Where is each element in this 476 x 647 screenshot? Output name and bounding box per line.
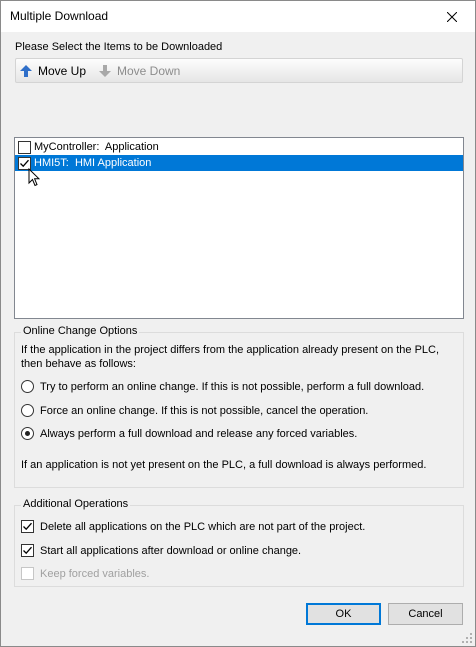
radio-button[interactable] [21, 427, 34, 440]
move-up-label: Move Up [38, 63, 87, 78]
item-checkbox[interactable] [18, 140, 31, 154]
online-change-options-group: Online Change Options If the application… [14, 325, 464, 488]
online-change-options-title: Online Change Options [21, 325, 140, 337]
check-icon [23, 522, 32, 531]
checkbox-start-applications[interactable]: Start all applications after download or… [21, 544, 301, 557]
checkbox-keep-forced-variables[interactable]: Keep forced variables. [21, 567, 149, 580]
arrow-down-icon [99, 64, 111, 77]
radio-label: Always perform a full download and relea… [40, 427, 358, 440]
check-icon [20, 159, 29, 167]
reorder-toolbar: Move Up Move Down [15, 58, 463, 83]
radio-force-online-change[interactable]: Force an online change. If this is not p… [21, 404, 368, 417]
check-icon [23, 546, 32, 555]
resize-grip-icon[interactable] [462, 633, 472, 643]
item-label: MyController: Application [34, 141, 159, 153]
additional-operations-group: Additional Operations Delete all applica… [14, 498, 464, 587]
online-change-note: If an application is not yet present on … [21, 459, 427, 471]
radio-label: Force an online change. If this is not p… [40, 404, 369, 417]
checkbox-label: Keep forced variables. [40, 567, 150, 580]
checkbox[interactable] [21, 567, 34, 580]
arrow-up-icon [20, 64, 32, 77]
mouse-cursor-icon [28, 168, 40, 187]
ok-button[interactable]: OK [306, 603, 381, 625]
cancel-button[interactable]: Cancel [388, 603, 463, 625]
checkbox-label: Delete all applications on the PLC which… [40, 520, 366, 533]
move-down-button[interactable]: Move Down [99, 59, 180, 82]
prompt-label: Please Select the Items to be Downloaded [15, 41, 223, 53]
radio-label: Try to perform an online change. If this… [40, 380, 425, 393]
checkbox[interactable] [21, 520, 34, 533]
download-items-list[interactable]: MyController: Application HMI5T: HMI App… [14, 137, 464, 319]
multiple-download-dialog: Multiple Download Please Select the Item… [0, 0, 476, 647]
title-bar: Multiple Download [1, 1, 475, 32]
online-change-description-line1: If the application in the project differ… [21, 344, 440, 356]
close-button[interactable] [429, 1, 475, 32]
radio-button[interactable] [21, 380, 34, 393]
radio-full-download[interactable]: Always perform a full download and relea… [21, 427, 357, 440]
checkbox-label: Start all applications after download or… [40, 544, 302, 557]
list-item-mycontroller[interactable]: MyController: Application [15, 139, 463, 155]
move-down-label: Move Down [117, 63, 181, 78]
radio-try-online-change[interactable]: Try to perform an online change. If this… [21, 380, 424, 393]
checkbox-delete-applications[interactable]: Delete all applications on the PLC which… [21, 520, 365, 533]
list-item-hmi5t[interactable]: HMI5T: HMI Application [15, 155, 463, 171]
close-icon [447, 11, 457, 22]
checkbox[interactable] [21, 544, 34, 557]
additional-operations-title: Additional Operations [21, 498, 131, 510]
radio-button[interactable] [21, 404, 34, 417]
online-change-description-line2: then behave as follows: [21, 358, 136, 370]
item-label: HMI5T: HMI Application [34, 157, 152, 169]
window-title: Multiple Download [10, 9, 109, 23]
move-up-button[interactable]: Move Up [20, 59, 86, 82]
